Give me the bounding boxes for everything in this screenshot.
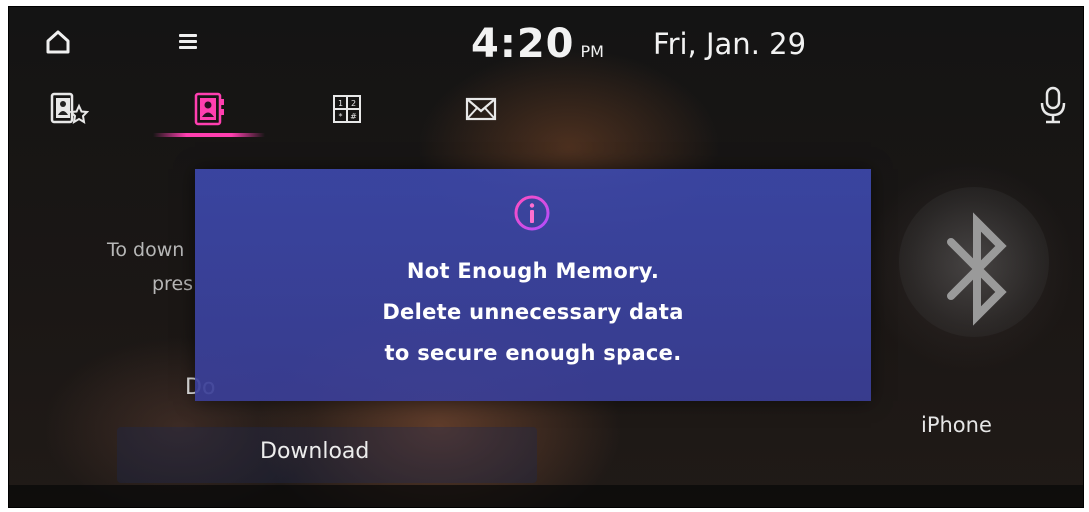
- tab-bar: 1 2 * #: [9, 85, 1083, 141]
- download-hint-line2: pres: [152, 273, 194, 295]
- bluetooth-icon: [937, 212, 1017, 327]
- tab-messages[interactable]: [451, 85, 511, 133]
- download-button[interactable]: Download: [117, 427, 537, 483]
- popup-title: Not Enough Memory.: [406, 259, 660, 283]
- clock: 4:20 PM: [471, 21, 604, 67]
- active-tab-indicator: [153, 133, 265, 137]
- envelope-icon: [465, 97, 497, 121]
- date: Fri, Jan. 29: [653, 27, 807, 61]
- favorites-contacts-icon: [50, 92, 89, 124]
- device-name: iPhone: [921, 413, 992, 437]
- contacts-icon: [194, 92, 224, 126]
- tab-dialpad[interactable]: 1 2 * #: [317, 85, 377, 133]
- info-icon: [512, 193, 552, 233]
- svg-text:2: 2: [351, 99, 356, 108]
- svg-text:1: 1: [338, 99, 343, 108]
- clock-ampm: PM: [580, 42, 604, 61]
- popup-message-line1: Delete unnecessary data: [382, 300, 684, 324]
- dialpad-icon: 1 2 * #: [333, 95, 361, 123]
- tab-favorites[interactable]: [39, 85, 99, 133]
- memory-warning-popup[interactable]: Not Enough Memory. Delete unnecessary da…: [195, 169, 871, 401]
- clock-time: 4:20: [471, 21, 575, 67]
- infotainment-screen: 4:20 PM Fri, Jan. 29 1 2 * # To down pre…: [8, 6, 1084, 508]
- menu-icon[interactable]: [177, 31, 199, 51]
- download-button-label: Download: [260, 439, 370, 464]
- svg-text:*: *: [339, 112, 343, 121]
- popup-message-line2: to secure enough space.: [384, 341, 682, 365]
- bottom-bar: [9, 485, 1083, 507]
- status-bar: 4:20 PM Fri, Jan. 29: [9, 7, 1083, 77]
- home-icon[interactable]: [45, 29, 71, 55]
- download-hint-line1: To down: [107, 239, 185, 261]
- tab-contacts[interactable]: [179, 85, 239, 133]
- microphone-icon[interactable]: [1037, 85, 1069, 125]
- svg-text:#: #: [350, 112, 357, 121]
